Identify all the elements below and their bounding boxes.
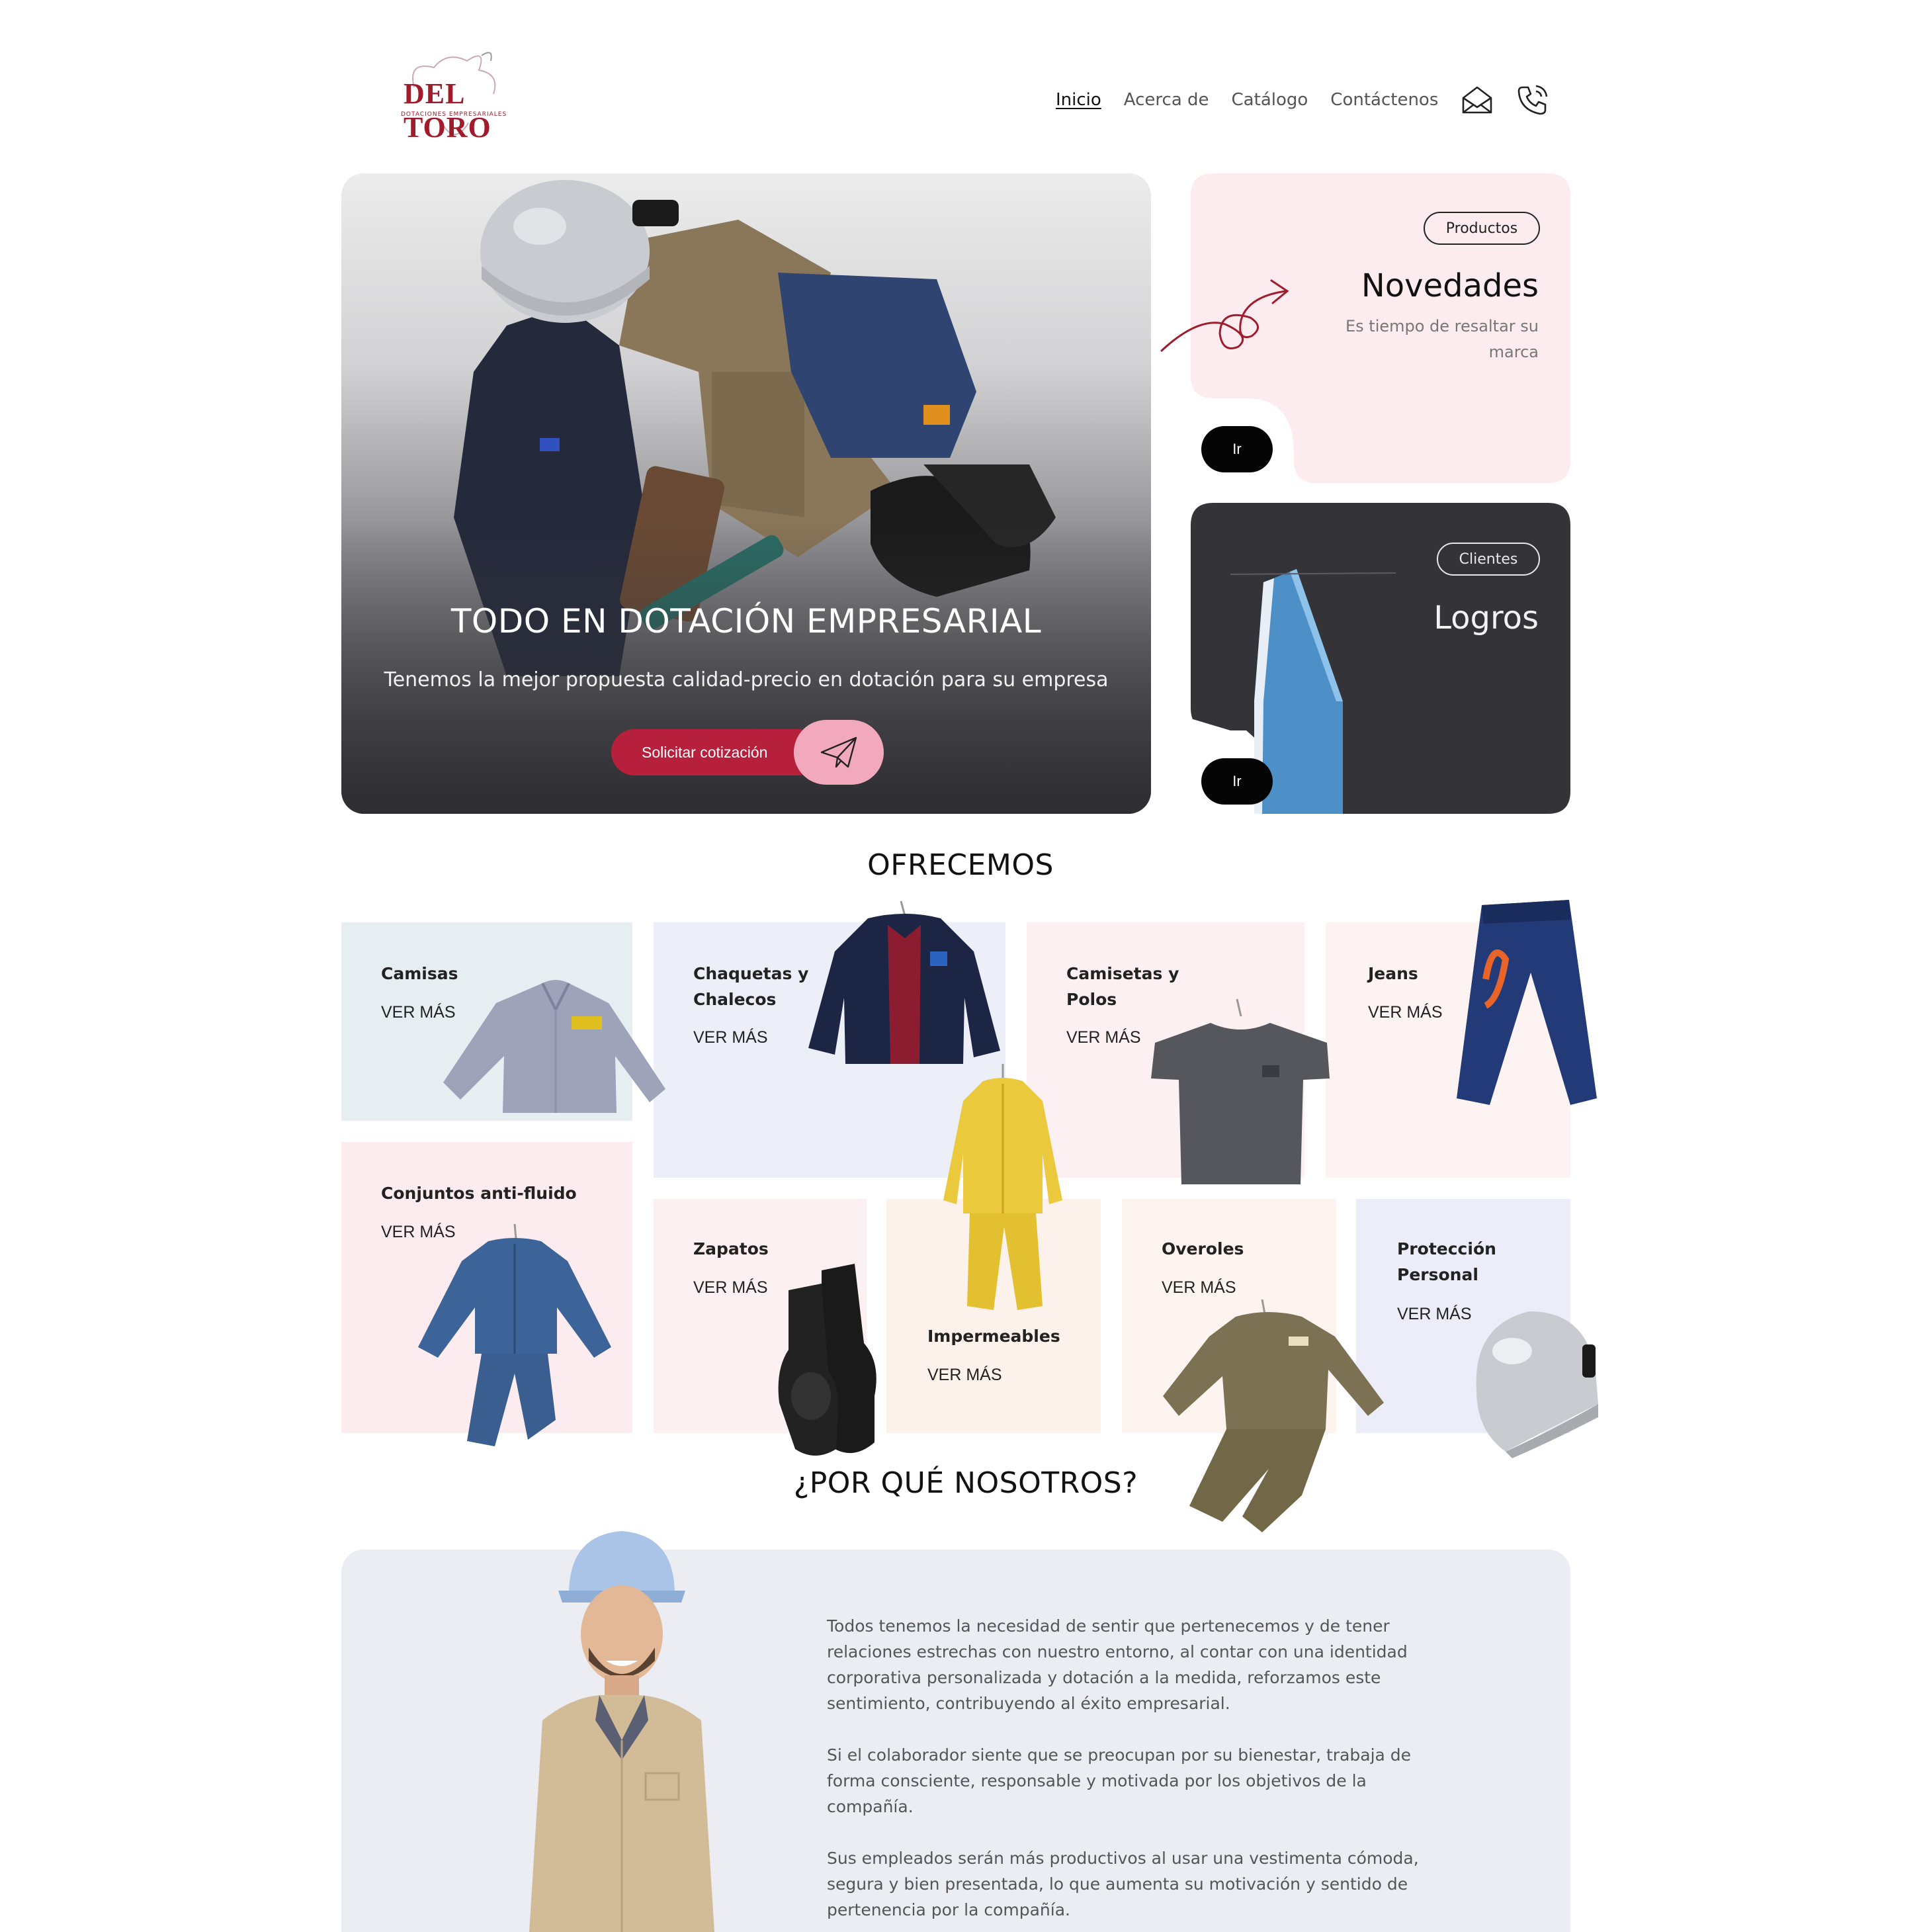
category-label: Conjuntos anti-fluido: [381, 1184, 577, 1203]
curly-arrow-icon: [1160, 279, 1289, 352]
jeans-image: [1457, 900, 1597, 1105]
novedades-description: Es tiempo de resaltar su marca: [1345, 317, 1539, 361]
hero-workwear-image: [341, 180, 1151, 814]
brand-tagline: DOTACIONES EMPRESARIALES: [401, 111, 507, 118]
nav-item-contactenos[interactable]: Contáctenos: [1330, 90, 1438, 110]
paper-plane-button[interactable]: [794, 720, 884, 785]
ver-mas-link[interactable]: VER MÁS: [927, 1366, 1002, 1385]
worker-photo: [529, 1531, 714, 1932]
ver-mas-link[interactable]: VER MÁS: [693, 1278, 768, 1297]
shirt-image: [443, 980, 665, 1113]
why-section-title: ¿POR QUÉ NOSOTROS?: [793, 1466, 1138, 1500]
quote-cta: Solicitar cotización: [611, 720, 884, 785]
productos-tag[interactable]: Productos: [1424, 212, 1540, 245]
why-paragraph-1: Todos tenemos la necesidad de sentir que…: [827, 1616, 1408, 1713]
category-label: Overoles: [1162, 1239, 1244, 1258]
hero-banner: TODO EN DOTACIÓN EMPRESARIAL Tenemos la …: [341, 173, 1151, 814]
logros-title: Logros: [1433, 599, 1539, 637]
ver-mas-link[interactable]: VER MÁS: [1397, 1305, 1472, 1324]
ver-mas-link[interactable]: VER MÁS: [1066, 1028, 1141, 1047]
request-quote-button[interactable]: Solicitar cotización: [611, 729, 820, 775]
helmet-image: [1476, 1311, 1598, 1458]
nav-item-acerca[interactable]: Acerca de: [1124, 90, 1209, 110]
nav-item-inicio[interactable]: Inicio: [1056, 90, 1101, 110]
phone-icon[interactable]: [1516, 83, 1549, 116]
jacket-image: [808, 900, 1000, 1064]
paper-plane-icon: [820, 736, 857, 768]
boots-image: [778, 1264, 876, 1456]
why-paragraph-2: Si el colaborador siente que se preocupa…: [827, 1745, 1412, 1816]
clientes-tag[interactable]: Clientes: [1437, 543, 1540, 576]
offer-section-title: OFRECEMOS: [867, 848, 1054, 882]
anti-fluid-set-image: [418, 1223, 611, 1446]
why-us-text: Todos tenemos la necesidad de sentir que…: [827, 1613, 1422, 1932]
logros-go-button[interactable]: Ir: [1201, 758, 1273, 805]
raincoat-image: [943, 1064, 1062, 1310]
hero-title: TODO EN DOTACIÓN EMPRESARIAL: [450, 602, 1042, 640]
category-label: Impermeables: [927, 1327, 1060, 1346]
envelope-icon[interactable]: [1461, 83, 1494, 116]
category-label: Jeans: [1368, 964, 1418, 983]
novedades-title: Novedades: [1361, 267, 1539, 304]
logros-card: Clientes Logros Ir: [1191, 503, 1570, 814]
tshirt-image: [1151, 998, 1330, 1184]
category-label: Protección Personal: [1397, 1239, 1496, 1284]
novedades-go-button[interactable]: Ir: [1201, 426, 1273, 472]
hero-subtitle: Tenemos la mejor propuesta calidad-preci…: [384, 668, 1109, 691]
ver-mas-link[interactable]: VER MÁS: [1368, 1003, 1443, 1022]
why-paragraph-3: Sus empleados serán más productivos al u…: [827, 1849, 1419, 1919]
ver-mas-link[interactable]: VER MÁS: [1162, 1278, 1236, 1297]
brand-name: DEL TORO: [404, 77, 491, 144]
main-nav: Inicio Acerca de Catálogo Contáctenos: [1056, 83, 1549, 116]
nav-item-catalogo[interactable]: Catálogo: [1232, 90, 1308, 110]
novedades-card: Productos Novedades Es tiempo de resalta…: [1160, 173, 1570, 483]
brand-logo[interactable]: DEL TORO DOTACIONES EMPRESARIALES: [394, 48, 513, 147]
ver-mas-link[interactable]: VER MÁS: [693, 1028, 768, 1047]
category-label: Zapatos: [693, 1239, 769, 1258]
category-label: Chaquetas y Chalecos: [693, 964, 809, 1009]
